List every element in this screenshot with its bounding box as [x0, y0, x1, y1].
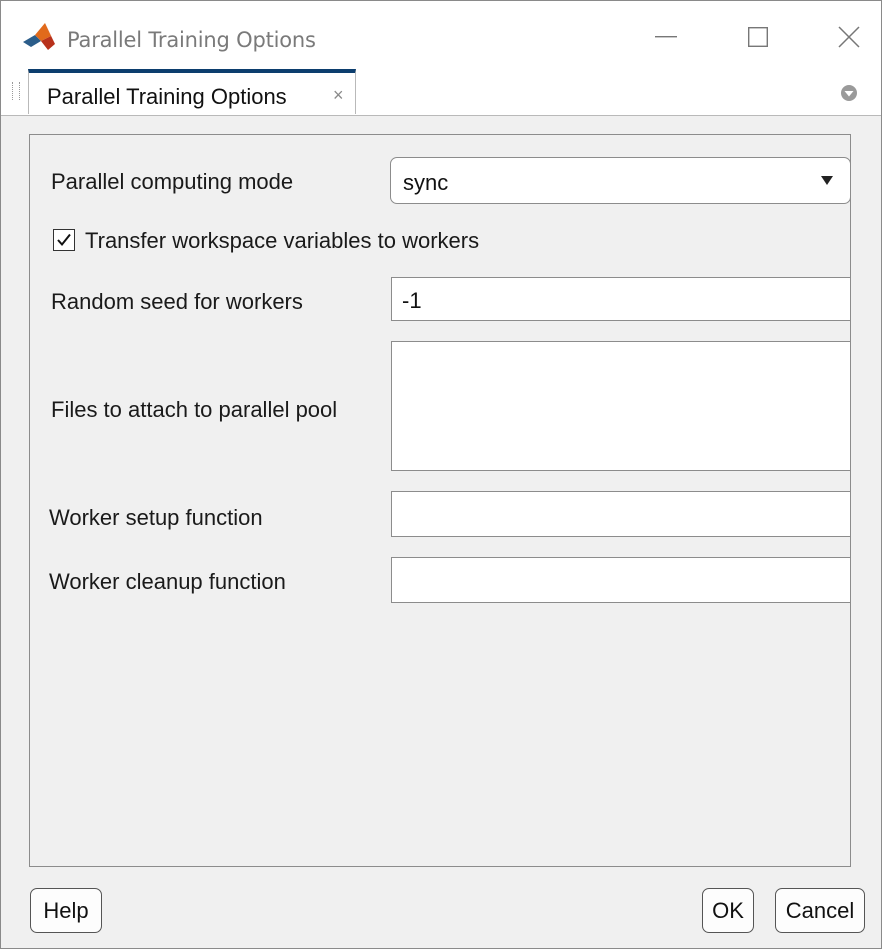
tab-close-icon[interactable]: × — [333, 85, 344, 106]
close-icon — [838, 26, 860, 48]
minimize-button[interactable] — [641, 15, 691, 59]
attach-files-label: Files to attach to parallel pool — [51, 397, 338, 422]
help-button[interactable]: Help — [30, 888, 102, 933]
maximize-icon — [748, 27, 768, 47]
drag-grip-icon[interactable] — [12, 82, 20, 100]
random-seed-value: -1 — [402, 288, 422, 313]
window-title: Parallel Training Options — [67, 28, 316, 52]
attach-files-textarea[interactable] — [391, 341, 851, 471]
dialog-window: Parallel Training Options Parallel Train… — [0, 0, 882, 949]
parallel-mode-value: sync — [403, 170, 449, 195]
maximize-button[interactable] — [733, 15, 783, 59]
title-bar: Parallel Training Options — [1, 1, 881, 71]
cleanup-fn-label: Worker cleanup function — [49, 569, 286, 594]
parallel-mode-label: Parallel computing mode — [51, 169, 294, 194]
dropdown-arrow-icon — [821, 176, 833, 185]
cleanup-fn-input[interactable] — [391, 557, 851, 603]
matlab-logo-icon — [21, 22, 61, 52]
transfer-vars-checkbox[interactable] — [53, 229, 75, 251]
cancel-button[interactable]: Cancel — [775, 888, 865, 933]
transfer-vars-label[interactable]: Transfer workspace variables to workers — [85, 228, 479, 254]
random-seed-label: Random seed for workers — [51, 289, 303, 314]
random-seed-input[interactable]: -1 — [391, 277, 851, 321]
minimize-icon — [655, 36, 677, 38]
setup-fn-input[interactable] — [391, 491, 851, 537]
close-button[interactable] — [824, 15, 874, 59]
parallel-mode-dropdown[interactable]: sync — [390, 157, 851, 204]
checkmark-icon — [57, 233, 71, 247]
tab-menu-icon[interactable] — [839, 83, 859, 103]
tab-parallel-training-options[interactable]: Parallel Training Options × — [28, 69, 356, 114]
tab-label: Parallel Training Options — [47, 84, 287, 109]
setup-fn-label: Worker setup function — [49, 505, 263, 530]
ok-button[interactable]: OK — [702, 888, 754, 933]
tab-strip: Parallel Training Options × — [1, 69, 881, 116]
